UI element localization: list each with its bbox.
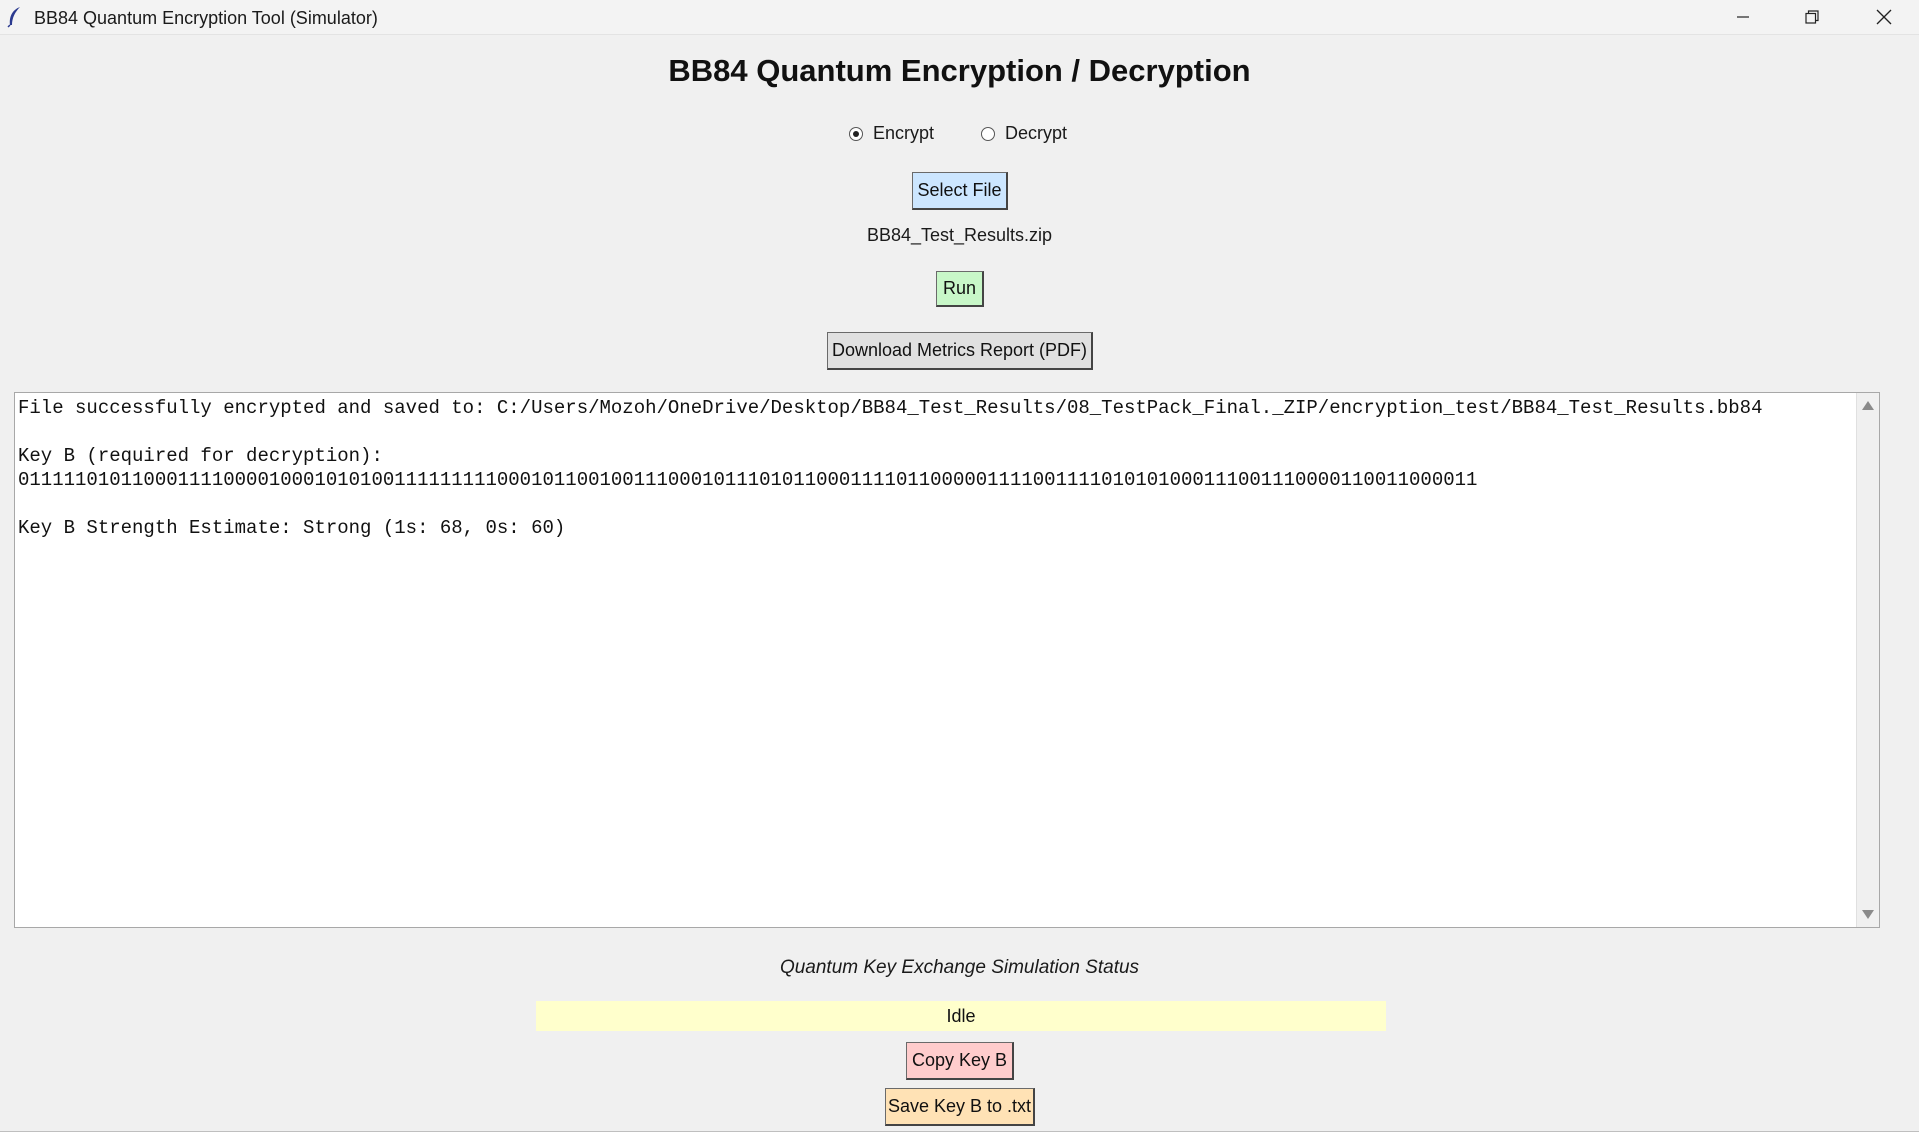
scroll-down-arrow-icon[interactable] bbox=[1862, 910, 1874, 919]
window-title: BB84 Quantum Encryption Tool (Simulator) bbox=[34, 8, 378, 28]
status-heading: Quantum Key Exchange Simulation Status bbox=[779, 957, 1140, 978]
restore-icon[interactable] bbox=[1778, 0, 1846, 34]
decrypt-label: Decrypt bbox=[1005, 123, 1068, 143]
output-line: File successfully encrypted and saved to… bbox=[18, 397, 1763, 419]
output-log: File successfully encrypted and saved to… bbox=[18, 396, 1855, 927]
close-icon[interactable] bbox=[1850, 0, 1918, 34]
output-line: 0111110101100011110000100010101001111111… bbox=[18, 469, 1478, 491]
copy-key-b-button[interactable]: Copy Key B bbox=[906, 1042, 1014, 1080]
output-line: Key B (required for decryption): bbox=[18, 445, 383, 467]
minimize-icon[interactable] bbox=[1709, 0, 1777, 34]
page-title: BB84 Quantum Encryption / Decryption bbox=[668, 53, 1251, 88]
output-line: Key B Strength Estimate: Strong (1s: 68,… bbox=[18, 517, 566, 539]
scroll-up-arrow-icon[interactable] bbox=[1862, 401, 1874, 410]
app-body: BB84 Quantum Encryption / Decryption Enc… bbox=[0, 35, 1919, 1132]
feather-icon bbox=[6, 6, 24, 28]
save-key-b-button[interactable]: Save Key B to .txt bbox=[885, 1088, 1035, 1126]
title-bar: BB84 Quantum Encryption Tool (Simulator) bbox=[0, 0, 1919, 35]
output-text-area[interactable]: File successfully encrypted and saved to… bbox=[14, 392, 1880, 928]
radio-unselected-icon bbox=[981, 126, 995, 141]
encrypt-radio[interactable]: Encrypt bbox=[849, 123, 934, 144]
encrypt-label: Encrypt bbox=[873, 123, 935, 143]
status-indicator: Idle bbox=[536, 1001, 1386, 1031]
selected-file-name: BB84_Test_Results.zip bbox=[866, 225, 1053, 245]
run-button[interactable]: Run bbox=[936, 271, 984, 307]
vertical-scrollbar[interactable] bbox=[1856, 393, 1879, 927]
radio-selected-icon bbox=[849, 126, 863, 141]
decrypt-radio[interactable]: Decrypt bbox=[981, 123, 1067, 144]
select-file-button[interactable]: Select File bbox=[912, 172, 1008, 210]
download-metrics-report-button[interactable]: Download Metrics Report (PDF) bbox=[827, 332, 1093, 370]
mode-selector: Encrypt Decrypt bbox=[0, 123, 1919, 153]
